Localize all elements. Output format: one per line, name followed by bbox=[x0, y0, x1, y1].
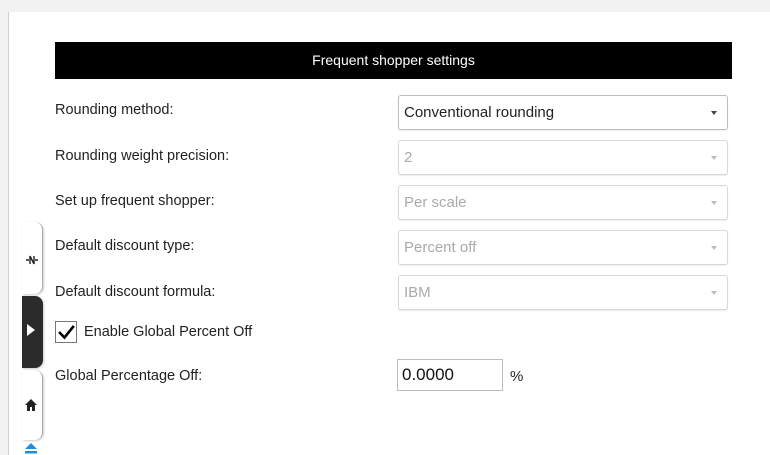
default-discount-type-value: Percent off bbox=[404, 239, 477, 256]
chevron-down-icon bbox=[711, 246, 717, 250]
side-tab-play[interactable] bbox=[22, 296, 43, 368]
chevron-down-icon bbox=[711, 111, 717, 115]
default-discount-formula-value: IBM bbox=[404, 284, 431, 301]
eject-icon[interactable] bbox=[24, 442, 38, 454]
enable-global-percent-off-label: Enable Global Percent Off bbox=[84, 324, 253, 340]
default-discount-formula-label: Default discount formula: bbox=[55, 284, 216, 300]
default-discount-type-select: Percent off bbox=[398, 230, 728, 265]
checkmark-icon bbox=[58, 325, 75, 340]
scale-icon bbox=[26, 255, 38, 265]
home-icon bbox=[25, 399, 37, 411]
rounding-weight-precision-label: Rounding weight precision: bbox=[55, 148, 230, 164]
page-title: Frequent shopper settings bbox=[55, 42, 732, 79]
frequent-shopper-setup-label: Set up frequent shopper: bbox=[55, 193, 215, 209]
rounding-weight-precision-select: 2 bbox=[398, 140, 728, 175]
rounding-method-value: Conventional rounding bbox=[404, 104, 555, 121]
chevron-down-icon bbox=[711, 201, 717, 205]
chevron-down-icon bbox=[711, 156, 717, 160]
frequent-shopper-setup-value: Per scale bbox=[404, 194, 467, 211]
side-tab-scale[interactable] bbox=[22, 222, 43, 294]
percent-unit: % bbox=[510, 368, 524, 385]
default-discount-type-label: Default discount type: bbox=[55, 238, 195, 254]
frequent-shopper-setup-select: Per scale bbox=[398, 185, 728, 220]
rounding-method-select[interactable]: Conventional rounding bbox=[398, 95, 728, 130]
global-percentage-off-input[interactable]: 0.0000 bbox=[397, 359, 503, 391]
rounding-weight-precision-value: 2 bbox=[404, 149, 413, 166]
enable-global-percent-off-checkbox[interactable] bbox=[55, 321, 77, 343]
side-tab-home[interactable] bbox=[22, 370, 43, 440]
play-icon bbox=[27, 324, 35, 336]
global-percentage-off-label: Global Percentage Off: bbox=[55, 368, 203, 384]
default-discount-formula-select: IBM bbox=[398, 275, 728, 310]
rounding-method-label: Rounding method: bbox=[55, 102, 174, 118]
chevron-down-icon bbox=[711, 291, 717, 295]
